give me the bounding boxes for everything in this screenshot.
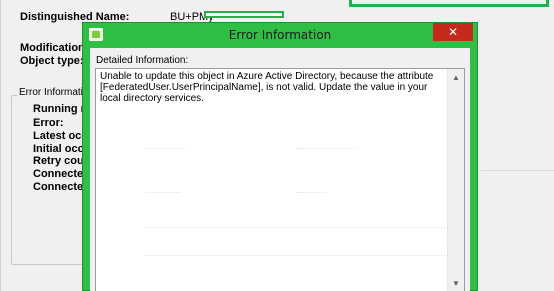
faint-text-row — [146, 255, 446, 256]
scroll-down-icon[interactable]: ▼ — [448, 275, 464, 291]
faint-text-row — [146, 148, 186, 149]
close-button[interactable]: ✕ — [433, 23, 473, 41]
detailed-information-label: Detailed Information: — [96, 55, 189, 66]
detailed-information-text: Unable to update this object in Azure Ac… — [100, 71, 434, 104]
detailed-information-textbox[interactable]: Unable to update this object in Azure Ac… — [95, 68, 465, 291]
dialog-titlebar[interactable]: Error Information ✕ — [83, 23, 477, 48]
vertical-scrollbar[interactable]: ▲ ▼ — [447, 69, 464, 291]
error-label: Error: — [33, 117, 64, 129]
faint-text-row — [296, 148, 356, 149]
dialog-title: Error Information — [228, 28, 332, 42]
faint-text-row — [296, 192, 326, 193]
object-type-label: Object type: — [20, 55, 84, 67]
error-information-group-title: Error Informati — [17, 87, 85, 98]
faint-text-row — [146, 192, 181, 193]
redaction-marker — [204, 11, 284, 18]
highlight-annotation — [349, 0, 549, 7]
error-information-dialog: Error Information ✕ Detailed Information… — [82, 22, 478, 291]
faint-text-row — [146, 227, 446, 228]
dialog-client-area: Detailed Information: Unable to update t… — [90, 48, 470, 291]
background-divider — [481, 170, 554, 171]
scroll-up-icon[interactable]: ▲ — [448, 69, 464, 86]
